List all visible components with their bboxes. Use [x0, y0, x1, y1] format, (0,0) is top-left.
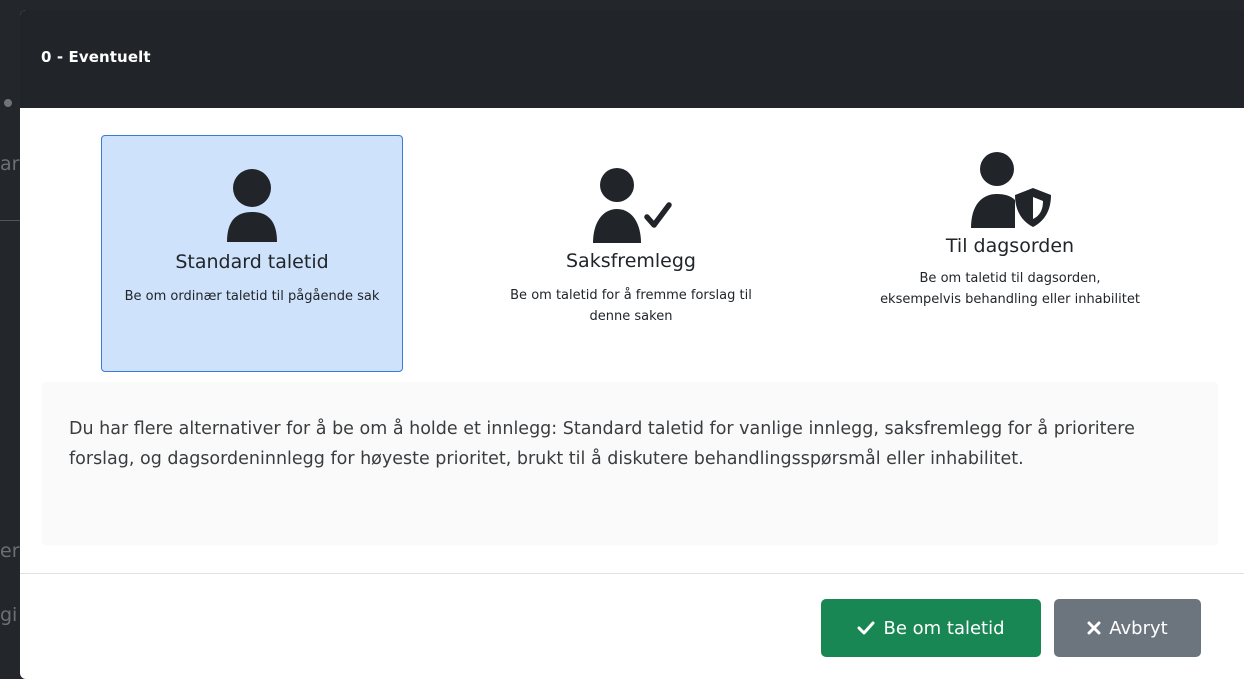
- check-icon: [857, 621, 875, 635]
- option-description: Be om taletid til dagsorden, eksempelvis…: [880, 271, 1140, 307]
- info-box: Du har flere alternativer for å be om å …: [42, 382, 1218, 545]
- option-description: Be om ordinær taletid til pågående sak: [124, 289, 380, 304]
- cancel-label: Avbryt: [1109, 617, 1168, 639]
- option-standard-taletid[interactable]: Standard taletid Be om ordinær taletid t…: [101, 135, 403, 372]
- option-description: Be om taletid for å fremme forslag til d…: [510, 288, 752, 324]
- background-text-fragment: ar: [0, 153, 20, 175]
- user-icon: [102, 168, 402, 242]
- background-dot: [4, 99, 12, 107]
- option-title: Til dagsorden: [945, 235, 1075, 257]
- modal-header: 0 - Eventuelt: [20, 10, 1244, 108]
- footer-divider: [20, 573, 1244, 574]
- request-speech-modal: 0 - Eventuelt Standard taletid Be om ord…: [20, 10, 1244, 679]
- request-speech-label: Be om taletid: [883, 617, 1005, 639]
- background-text-fragment: gi: [0, 604, 18, 626]
- option-saksfremlegg[interactable]: Saksfremlegg Be om taletid for å fremme …: [480, 135, 782, 372]
- modal-title: 0 - Eventuelt: [41, 48, 151, 66]
- background-divider: [0, 220, 20, 221]
- background-text-fragment: er: [0, 540, 20, 562]
- close-icon: [1087, 621, 1101, 635]
- option-til-dagsorden[interactable]: Til dagsorden Be om taletid til dagsorde…: [859, 135, 1161, 372]
- request-speech-button[interactable]: Be om taletid: [821, 599, 1041, 657]
- option-title: Saksfremlegg: [566, 250, 696, 272]
- option-title: Standard taletid: [175, 251, 329, 273]
- user-shield-icon: [859, 152, 1161, 228]
- info-text: Du har flere alternativer for å be om å …: [69, 419, 1135, 469]
- user-check-icon: [480, 167, 782, 243]
- cancel-button[interactable]: Avbryt: [1054, 599, 1201, 657]
